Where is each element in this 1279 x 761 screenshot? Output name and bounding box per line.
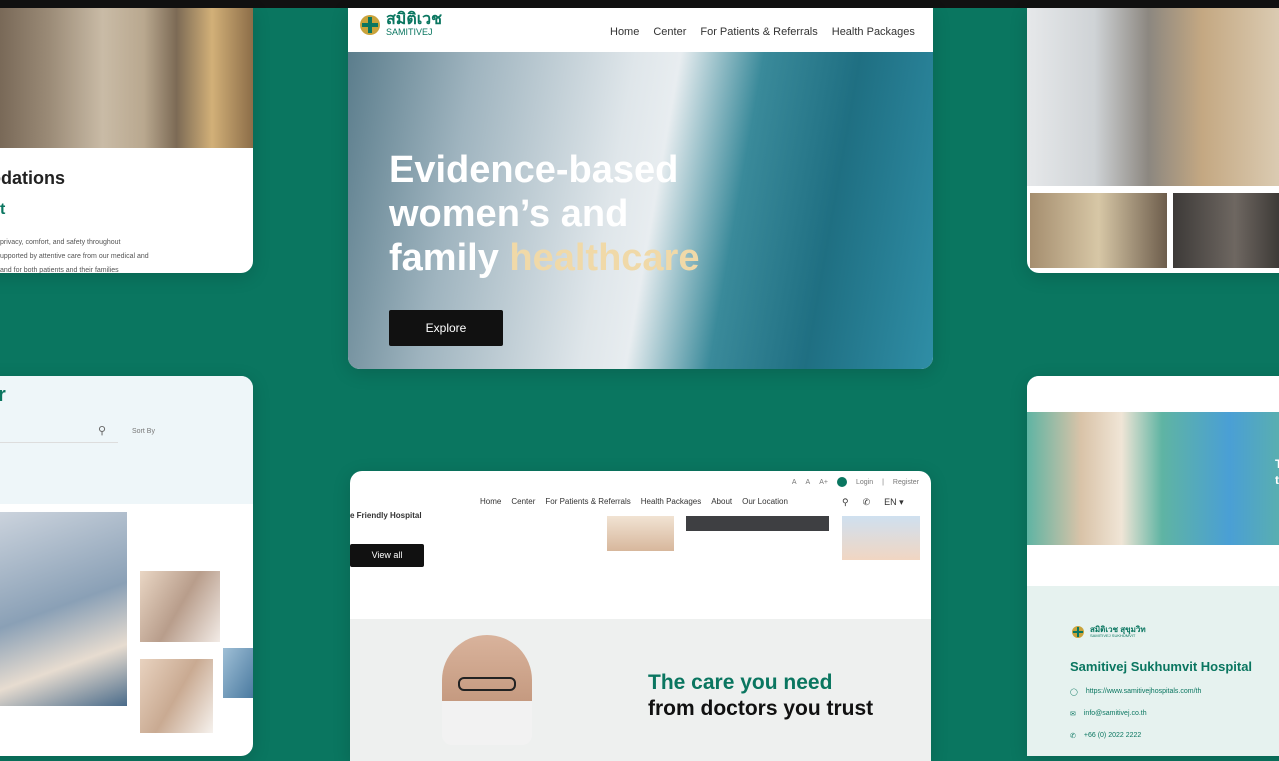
- logo-english-text: SAMITIVEJ: [386, 27, 433, 37]
- contact-card: T t สมิติเวช สุขุมวิท SAMITIVEJ SUKHUMVI…: [1027, 376, 1279, 756]
- side-letter: T: [1275, 457, 1279, 471]
- nurse-patient-photo: [1027, 412, 1279, 545]
- nav-center[interactable]: Center: [511, 497, 535, 506]
- globe-icon: ◯: [1070, 689, 1078, 696]
- mri-scan-photo: [0, 512, 127, 706]
- explore-button[interactable]: Explore: [389, 310, 503, 346]
- nav-icons: ⚲ ✆ EN ▾: [842, 497, 904, 508]
- thumbnail-photo: [842, 516, 920, 560]
- main-nav: Home Center For Patients & Referrals Hea…: [480, 497, 788, 506]
- headline-highlight: healthcare: [509, 237, 700, 279]
- thumbnail-photo: [686, 516, 829, 531]
- headline-line: women’s and: [389, 193, 629, 235]
- accommodations-title: odations: [0, 168, 65, 188]
- nav-patients-referrals[interactable]: For Patients & Referrals: [700, 26, 817, 38]
- separator: |: [882, 478, 884, 486]
- body-line: and for both patients and their families: [0, 267, 119, 273]
- phone-icon: ✆: [1070, 733, 1076, 740]
- doctor-headline-2: from doctors you trust: [648, 697, 874, 720]
- partial-photo: [223, 648, 253, 698]
- sukhumvit-logo: สมิติเวช สุขุมวิท SAMITIVEJ SUKHUMVIT: [1072, 626, 1146, 638]
- room-photo-thumb[interactable]: [1030, 193, 1167, 268]
- accommodations-body: privacy, comfort, and safety throughout …: [0, 236, 250, 273]
- headline-line: family healthcare: [389, 236, 789, 280]
- view-all-button[interactable]: View all: [350, 544, 424, 567]
- doctor-site-card: A A A+ Login | Register Home Center For …: [350, 471, 931, 761]
- samitivej-logo[interactable]: สมิติเวช SAMITIVEJ: [360, 12, 442, 37]
- room-photo-main: [1027, 8, 1279, 186]
- room-gallery-card: [1027, 8, 1279, 273]
- search-icon[interactable]: ⚲: [98, 424, 106, 437]
- section-tag: e Friendly Hospital: [350, 511, 422, 520]
- thumbnail-photo: [607, 516, 674, 551]
- top-black-strip: [0, 0, 1279, 8]
- phone-row[interactable]: ✆ +66 (0) 2022 2222: [1070, 732, 1141, 740]
- pregnancy-photo: [140, 659, 213, 733]
- nav-about[interactable]: About: [711, 497, 732, 506]
- logo-thai-text: สมิติเวช: [386, 11, 443, 28]
- nav-our-location[interactable]: Our Location: [742, 497, 788, 506]
- phone-icon[interactable]: ✆: [863, 497, 871, 508]
- hero-headline: Evidence-based women’s and family health…: [389, 148, 789, 280]
- sort-by-button[interactable]: Sort By: [132, 428, 155, 435]
- website-link[interactable]: https://www.samitivejhospitals.com/th: [1086, 688, 1202, 696]
- email-link[interactable]: info@samitivej.co.th: [1084, 710, 1147, 718]
- headline-line: Evidence-based: [389, 149, 679, 191]
- hospital-name: Samitivej Sukhumvit Hospital: [1070, 659, 1253, 674]
- search-icon[interactable]: ⚲: [842, 497, 849, 508]
- hospital-room-photo: [0, 8, 253, 148]
- nav-patients-referrals[interactable]: For Patients & Referrals: [545, 497, 630, 506]
- hero-site-card: สมิติเวช SAMITIVEJ Home Center For Patie…: [348, 8, 933, 369]
- register-link[interactable]: Register: [893, 479, 919, 486]
- font-size-large[interactable]: A+: [819, 479, 828, 486]
- search-list-card: r ⚲ Sort By: [0, 376, 253, 756]
- search-header: r ⚲ Sort By: [0, 376, 253, 504]
- cross-logo-icon: [360, 14, 380, 35]
- font-size-medium[interactable]: A: [806, 479, 811, 486]
- phone-number[interactable]: +66 (0) 2022 2222: [1084, 732, 1141, 740]
- headline-plain: family: [389, 237, 510, 279]
- patient-photo: [140, 571, 220, 642]
- accommodations-card: odations t privacy, comfort, and safety …: [0, 8, 253, 273]
- nav-health-packages[interactable]: Health Packages: [641, 497, 701, 506]
- search-heading: r: [0, 384, 6, 406]
- accessibility-toggle-icon[interactable]: [836, 477, 847, 487]
- font-size-small[interactable]: A: [792, 479, 797, 486]
- nav-health-packages[interactable]: Health Packages: [832, 26, 915, 38]
- card-top-space: [1027, 376, 1279, 412]
- main-nav: Home Center For Patients & Referrals Hea…: [610, 26, 915, 38]
- nav-center[interactable]: Center: [653, 26, 686, 38]
- body-line: upported by attentive care from our medi…: [0, 253, 149, 260]
- login-link[interactable]: Login: [856, 479, 873, 486]
- side-text: T t: [1275, 456, 1279, 488]
- utility-bar: A A A+ Login | Register: [350, 471, 931, 493]
- doctor-headline-1: The care you need: [648, 671, 833, 694]
- side-letter: t: [1275, 473, 1279, 487]
- nav-home[interactable]: Home: [480, 497, 501, 506]
- mail-icon: ✉: [1070, 711, 1076, 718]
- logo-english-text: SAMITIVEJ SUKHUMVIT: [1090, 633, 1136, 638]
- doctor-band: [350, 619, 931, 761]
- accommodations-subtitle: t: [0, 201, 6, 218]
- body-line: privacy, comfort, and safety throughout: [0, 239, 121, 246]
- room-photo-thumb[interactable]: [1173, 193, 1279, 268]
- site-header: สมิติเวช SAMITIVEJ Home Center For Patie…: [348, 8, 933, 52]
- website-row[interactable]: ◯ https://www.samitivejhospitals.com/th: [1070, 688, 1201, 696]
- cross-logo-icon: [1072, 626, 1084, 638]
- email-row[interactable]: ✉ info@samitivej.co.th: [1070, 710, 1147, 718]
- nav-home[interactable]: Home: [610, 26, 639, 38]
- language-select[interactable]: EN ▾: [884, 497, 904, 508]
- doctor-glasses: [458, 677, 516, 691]
